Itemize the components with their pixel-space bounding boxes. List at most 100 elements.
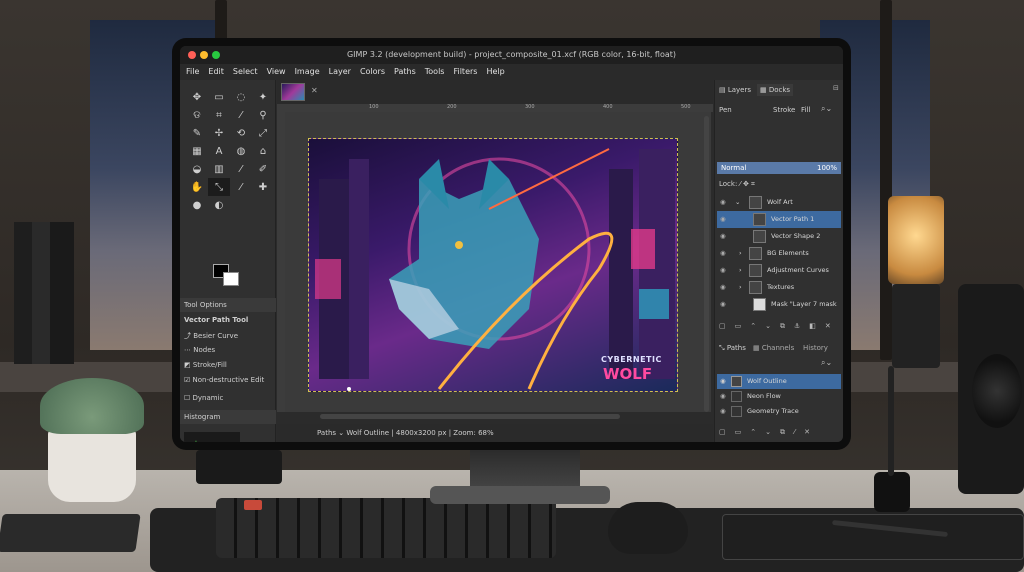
rect-select-icon[interactable]: ▭ bbox=[208, 88, 230, 106]
layer-row[interactable]: ◉ Vector Shape 2 bbox=[717, 228, 841, 245]
rotate-icon[interactable]: ⟲ bbox=[230, 124, 252, 142]
move-tool-icon[interactable]: ✥ bbox=[186, 88, 208, 106]
stroke-path-icon[interactable]: ⁄ bbox=[794, 428, 795, 437]
path-row-selected[interactable]: ◉ Wolf Outline bbox=[717, 374, 841, 389]
eyedropper-icon[interactable]: ⁄ bbox=[230, 106, 252, 124]
path-search-icon[interactable]: ⌕⌄ bbox=[821, 358, 832, 368]
tab-paths[interactable]: ⤡ Paths bbox=[719, 342, 746, 354]
mask-icon[interactable]: ◧ bbox=[809, 322, 816, 331]
menu-select[interactable]: Select bbox=[233, 64, 258, 80]
eye-icon[interactable]: ◉ bbox=[720, 228, 726, 245]
duplicate-icon[interactable]: ⧉ bbox=[780, 322, 785, 331]
eye-icon[interactable]: ◉ bbox=[720, 374, 726, 389]
eye-icon[interactable]: ◉ bbox=[720, 389, 726, 404]
menu-colors[interactable]: Colors bbox=[360, 64, 385, 80]
folder-icon[interactable]: ▭ bbox=[735, 322, 742, 331]
heal-icon[interactable]: ✚ bbox=[252, 178, 274, 196]
vertical-scrollbar[interactable] bbox=[704, 116, 709, 412]
delete-icon[interactable]: ✕ bbox=[825, 322, 831, 331]
menu-edit[interactable]: Edit bbox=[208, 64, 224, 80]
dock-menu-icon[interactable]: ⊟ bbox=[833, 84, 839, 92]
layer-row-selected[interactable]: ◉ Vector Path 1 bbox=[717, 211, 841, 228]
expand-icon[interactable]: › bbox=[739, 262, 742, 279]
background-color[interactable] bbox=[223, 272, 239, 286]
tab-channels[interactable]: ▦ Channels bbox=[753, 342, 794, 354]
wand-icon[interactable]: ✦ bbox=[252, 88, 274, 106]
anchor-icon[interactable]: ⚓ bbox=[794, 322, 800, 331]
menu-layer[interactable]: Layer bbox=[329, 64, 351, 80]
layer-row[interactable]: ◉ Mask "Layer 7 mask bbox=[717, 296, 841, 313]
minimize-button[interactable] bbox=[200, 51, 208, 59]
free-select-icon[interactable]: ଡ bbox=[186, 106, 208, 124]
blur-icon[interactable]: ◐ bbox=[208, 196, 230, 214]
smudge-icon[interactable]: ✋ bbox=[186, 178, 208, 196]
airbrush-icon[interactable]: ✐ bbox=[252, 160, 274, 178]
close-button[interactable] bbox=[188, 51, 196, 59]
eye-icon[interactable]: ◉ bbox=[720, 279, 726, 296]
path-row[interactable]: ◉ Geometry Trace bbox=[717, 404, 841, 419]
tab-layers[interactable]: ▤ Layers bbox=[719, 84, 751, 96]
menu-view[interactable]: View bbox=[267, 64, 286, 80]
expand-icon[interactable]: › bbox=[739, 245, 742, 262]
eye-icon[interactable]: ◉ bbox=[720, 296, 726, 313]
menu-image[interactable]: Image bbox=[295, 64, 320, 80]
eye-icon[interactable]: ◉ bbox=[720, 194, 726, 211]
delete-icon[interactable]: ✕ bbox=[804, 428, 810, 437]
image-tab-thumbnail[interactable] bbox=[281, 83, 305, 101]
clone-icon[interactable]: ⁄ bbox=[230, 178, 252, 196]
path-row[interactable]: ◉ Neon Flow bbox=[717, 389, 841, 404]
menu-filters[interactable]: Filters bbox=[453, 64, 477, 80]
menu-tools[interactable]: Tools bbox=[425, 64, 445, 80]
option-stroke-fill[interactable]: ◩ Stroke/Fill bbox=[184, 361, 227, 369]
option-bezier[interactable]: ⤴ Besier Curve bbox=[184, 331, 238, 341]
option-dynamic[interactable]: ☐ Dynamic bbox=[184, 394, 223, 402]
bucket-icon[interactable]: ◒ bbox=[186, 160, 208, 178]
eye-icon[interactable]: ◉ bbox=[720, 404, 726, 419]
duplicate-icon[interactable]: ⧉ bbox=[780, 428, 785, 437]
zoom-icon[interactable]: ⚲ bbox=[252, 106, 274, 124]
eye-icon[interactable]: ◉ bbox=[720, 211, 726, 228]
lasso-icon[interactable]: ◌ bbox=[230, 88, 252, 106]
fill-label[interactable]: Fill bbox=[801, 104, 810, 116]
new-layer-icon[interactable]: ▢ bbox=[719, 322, 726, 331]
folder-icon[interactable]: ▭ bbox=[735, 428, 742, 437]
up-arrow-icon[interactable]: ⌃ bbox=[750, 428, 756, 437]
path-mode-icon[interactable]: ⌕⌄ bbox=[821, 104, 832, 114]
stroke-label[interactable]: Stroke bbox=[773, 104, 795, 116]
artwork-canvas[interactable]: CYBERNETIC WOLF bbox=[308, 138, 678, 392]
menu-paths[interactable]: Paths bbox=[394, 64, 416, 80]
transform-icon[interactable]: ✢ bbox=[208, 124, 230, 142]
down-arrow-icon[interactable]: ⌄ bbox=[765, 322, 771, 331]
tab-docks[interactable]: ▦ Docks bbox=[757, 84, 794, 96]
status-mode[interactable]: Paths bbox=[317, 429, 336, 437]
option-non-destructive[interactable]: ☑ Non-destructive Edit bbox=[184, 376, 264, 384]
gradient-icon[interactable]: ▥ bbox=[208, 160, 230, 178]
close-tab-icon[interactable]: ✕ bbox=[311, 86, 318, 95]
menu-file[interactable]: File bbox=[186, 64, 199, 80]
down-arrow-icon[interactable]: ⌄ bbox=[765, 428, 771, 437]
layer-row[interactable]: ◉ › Textures bbox=[717, 279, 841, 296]
expand-icon[interactable]: › bbox=[739, 279, 742, 296]
opacity-value[interactable]: 100% bbox=[817, 162, 837, 174]
path-tool-icon[interactable]: ⤡ bbox=[208, 178, 230, 196]
crop-icon[interactable]: ⌗ bbox=[208, 106, 230, 124]
horizontal-scrollbar[interactable] bbox=[320, 414, 620, 419]
text-tool-icon[interactable]: A bbox=[208, 142, 230, 160]
maximize-button[interactable] bbox=[212, 51, 220, 59]
up-arrow-icon[interactable]: ⌃ bbox=[750, 322, 756, 331]
option-nodes[interactable]: ⋯ Nodes bbox=[184, 346, 215, 354]
tab-history[interactable]: History bbox=[803, 342, 828, 354]
expand-icon[interactable]: ⌄ bbox=[735, 194, 740, 211]
eye-icon[interactable]: ◉ bbox=[720, 245, 726, 262]
align-icon[interactable]: ▦ bbox=[186, 142, 208, 160]
brush-icon[interactable]: ⁄ bbox=[230, 160, 252, 178]
blend-mode-select[interactable]: Normal 100% bbox=[717, 162, 841, 174]
scale-icon[interactable]: ⤢ bbox=[252, 124, 274, 142]
lock-pixels-icon[interactable]: ⁄ ✥ ⌗ bbox=[740, 180, 755, 188]
menu-help[interactable]: Help bbox=[486, 64, 504, 80]
layer-row[interactable]: ◉ › Adjustment Curves bbox=[717, 262, 841, 279]
new-path-icon[interactable]: ▢ bbox=[719, 428, 726, 437]
warp-icon[interactable]: ◍ bbox=[230, 142, 252, 160]
layer-row[interactable]: ◉ › BG Elements bbox=[717, 245, 841, 262]
art-path-node[interactable] bbox=[347, 387, 351, 391]
